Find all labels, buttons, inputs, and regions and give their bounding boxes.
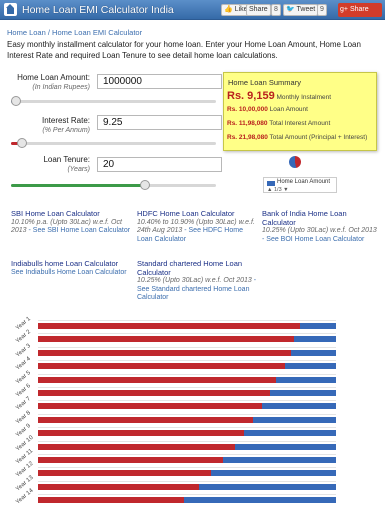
grid-line <box>38 333 336 335</box>
bar-segment-red <box>38 483 199 490</box>
bar-segment-blue <box>38 470 336 477</box>
legend-swatch <box>267 181 275 186</box>
grid-line <box>38 454 336 455</box>
pie-chart <box>289 156 301 168</box>
tweet-count: 9 <box>317 4 327 16</box>
grid-line <box>38 413 336 415</box>
grid-line <box>38 400 336 402</box>
grid-line <box>38 320 336 321</box>
bar-segment-red <box>38 323 301 329</box>
yearly-breakdown-chart: Year 1 Year 2 Year 3 Year 4 Year 5 Year 6 Year… <box>0 312 385 512</box>
bar-segment-red <box>38 349 292 356</box>
bar-segment-blue <box>38 376 336 383</box>
card-title[interactable]: Standard chartered Home Loan Calculator <box>137 259 265 277</box>
sbi-card: SBI Home Loan Calculator 10.10% p.a. (Up… <box>11 209 131 234</box>
card-link[interactable]: - See SBI Home Loan Calculator <box>27 227 131 234</box>
legend-label: Home Loan Amount <box>277 179 331 185</box>
grid-line <box>38 427 336 429</box>
tweet-button[interactable]: 🐦 Tweet <box>283 4 319 16</box>
grid-line <box>38 440 336 442</box>
summary-title: Home Loan Summary <box>228 78 301 87</box>
bar-segment-blue <box>38 443 336 450</box>
bar-segment-blue <box>38 363 336 370</box>
intro-text: Easy monthly installment calculator for … <box>7 40 361 60</box>
bar-segment-red <box>38 376 277 383</box>
y-tick-label: Year 8 <box>15 409 32 426</box>
card-link[interactable]: See Indiabulls Home Loan Calculator <box>11 269 131 278</box>
bar-segment-red <box>38 363 286 370</box>
card-title[interactable]: Bank of India Home Loan Calculator <box>262 209 380 227</box>
bar-segment-blue <box>38 457 336 463</box>
bar-segment-blue <box>38 349 336 356</box>
breadcrumb[interactable]: Home Loan / Home Loan EMI Calculator <box>7 28 142 37</box>
bar-segment-red <box>38 470 211 477</box>
y-tick-label: Year 5 <box>15 369 32 386</box>
slider-handle[interactable] <box>11 96 21 106</box>
y-tick-label: Year 1 <box>15 315 32 332</box>
loan-amount-row: Rs. 10,00,000 Loan Amount <box>227 106 308 113</box>
tenure-label: Loan Tenure: (Years) <box>43 155 90 173</box>
interest-rate-input[interactable]: 9.25 <box>97 115 222 130</box>
bar-segment-blue <box>38 483 336 490</box>
loan-summary-panel: Home Loan Summary Rs. 9,159 Monthly Inst… <box>223 72 377 151</box>
bar-segment-red <box>38 430 244 437</box>
y-tick-label: Year 6 <box>15 382 32 399</box>
y-tick-label: Year 7 <box>15 396 32 412</box>
amount-label: Home Loan Amount: (In Indian Rupees) <box>17 73 90 91</box>
indiabulls-card: Indiabulls home Loan Calculator See Indi… <box>11 259 131 278</box>
grid-line <box>38 387 336 388</box>
y-tick-label: Year 3 <box>15 342 32 359</box>
card-title[interactable]: HDFC Home Loan Calculator <box>137 209 255 219</box>
total-amount-row: Rs. 21,98,080 Total Amount (Principal + … <box>227 134 368 141</box>
bar-segment-blue <box>38 403 336 410</box>
app-title: Home Loan EMI Calculator India <box>22 4 174 16</box>
standard-chartered-card: Standard chartered Home Loan Calculator … <box>137 259 265 303</box>
bar-segment-blue <box>38 497 336 504</box>
bar-segment-red <box>38 390 271 396</box>
bar-segment-blue <box>38 323 336 329</box>
bar-segment-blue <box>38 430 336 437</box>
emi-row: Rs. 9,159 Monthly Instalment <box>227 90 332 102</box>
loan-tenure-slider[interactable] <box>11 180 216 190</box>
loan-amount-input[interactable]: 1000000 <box>97 74 222 89</box>
bar-segment-red <box>38 457 223 463</box>
share-count: 8 <box>271 4 281 16</box>
home-icon[interactable] <box>4 3 17 16</box>
y-tick-label: Year 4 <box>15 356 32 372</box>
card-title[interactable]: Indiabulls home Loan Calculator <box>11 259 131 269</box>
chart-legend[interactable]: Home Loan Amount ▲ 1/3 ▼ <box>263 177 337 193</box>
grid-line <box>38 494 336 496</box>
bar-segment-blue <box>38 390 336 396</box>
bar-segment-red <box>38 403 262 410</box>
card-title[interactable]: SBI Home Loan Calculator <box>11 209 131 219</box>
google-plus-share-button[interactable]: g+ Share <box>338 3 382 17</box>
interest-rate-slider[interactable] <box>11 138 216 148</box>
card-link[interactable]: - See BOI Home Loan Calculator <box>262 236 364 243</box>
loan-tenure-input[interactable]: 20 <box>97 157 222 172</box>
slider-handle[interactable] <box>140 180 150 190</box>
grid-line <box>38 480 336 482</box>
bar-segment-blue <box>38 416 336 423</box>
bar-segment-red <box>38 336 295 343</box>
app-header: Home Loan EMI Calculator India 👍 Like Sh… <box>0 0 385 20</box>
grid-line <box>38 360 336 362</box>
boi-card: Bank of India Home Loan Calculator 10.25… <box>262 209 380 244</box>
grid-line <box>38 373 336 375</box>
bar-segment-blue <box>38 336 336 343</box>
legend-pager[interactable]: ▲ 1/3 ▼ <box>267 187 289 193</box>
bar-segment-red <box>38 497 185 504</box>
interest-label: Interest Rate: (% Per Annum) <box>41 116 90 134</box>
bar-segment-red <box>38 416 253 423</box>
slider-handle[interactable] <box>17 138 27 148</box>
y-tick-label: Year 2 <box>15 329 32 345</box>
grid-line <box>38 346 336 348</box>
loan-amount-slider[interactable] <box>11 96 216 106</box>
hdfc-card: HDFC Home Loan Calculator 10.40% to 10.9… <box>137 209 255 243</box>
grid-line <box>38 467 336 469</box>
bar-segment-red <box>38 443 235 450</box>
total-interest-row: Rs. 11,98,080 Total Interest Amount <box>227 120 331 127</box>
facebook-share-button[interactable]: Share <box>246 4 271 16</box>
